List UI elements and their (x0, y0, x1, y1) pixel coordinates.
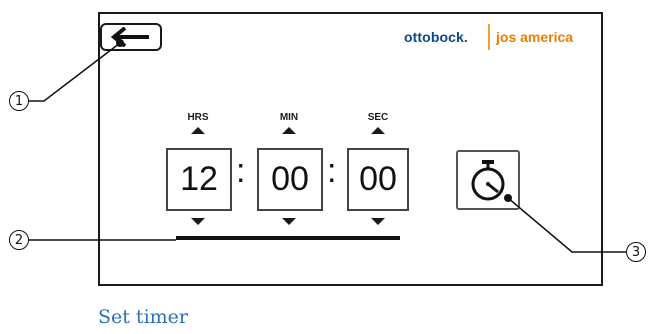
callout-1: 1 (9, 91, 29, 111)
callout-2: 2 (9, 230, 29, 250)
callout-3: 3 (626, 242, 646, 262)
callout-leader-lines (28, 39, 626, 253)
caption-set-timer: Set timer (98, 306, 188, 328)
